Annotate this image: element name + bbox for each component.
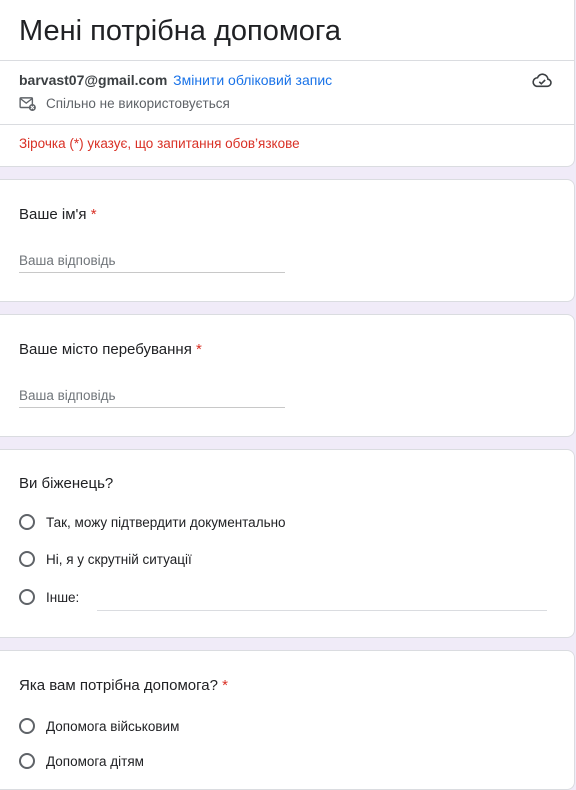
radio-button[interactable]	[19, 718, 35, 734]
question-card-city: Ваше місто перебування *	[0, 314, 575, 437]
switch-account-link[interactable]: Змінити обліковий запис	[173, 72, 332, 88]
question-card-name: Ваше ім'я *	[0, 179, 575, 302]
not-shared-icon	[19, 96, 36, 111]
sharing-status: Спільно не використовується	[19, 96, 230, 111]
question-title-help: Яка вам потрібна допомога? *	[19, 677, 228, 694]
required-note: Зірочка (*) указує, що запитання обов’яз…	[19, 136, 300, 151]
question-text: Ваше місто перебування	[19, 341, 192, 358]
other-answer-input[interactable]	[97, 598, 547, 611]
question-text: Ваше ім'я	[19, 206, 87, 223]
question-text: Ви біженець?	[19, 475, 114, 492]
required-star: *	[90, 206, 97, 223]
name-answer-input[interactable]	[19, 253, 285, 273]
radio-option-yes[interactable]: Так, можу підтвердити документально	[19, 514, 286, 530]
form-title: Мені потрібна допомога	[19, 15, 342, 47]
question-title-name: Ваше ім'я *	[19, 206, 97, 223]
question-card-help: Яка вам потрібна допомога? * Допомога ві…	[0, 650, 575, 790]
required-star: *	[222, 677, 228, 694]
option-label: Ні, я у скрутній ситуації	[46, 551, 192, 567]
header-divider	[0, 60, 574, 61]
radio-option-no[interactable]: Ні, я у скрутній ситуації	[19, 551, 192, 567]
not-shared-text: Спільно не використовується	[46, 96, 230, 111]
question-text: Яка вам потрібна допомога?	[19, 677, 218, 694]
option-label: Допомога дітям	[46, 753, 144, 769]
form-header-card: Мені потрібна допомога barvast07@gmail.c…	[0, 0, 575, 167]
account-row: barvast07@gmail.com Змінити обліковий за…	[19, 71, 332, 89]
radio-button[interactable]	[19, 589, 35, 605]
option-label: Допомога військовим	[46, 718, 180, 734]
radio-option-other[interactable]: Інше:	[19, 589, 79, 605]
required-star: *	[196, 341, 202, 358]
city-answer-input[interactable]	[19, 388, 285, 408]
radio-button[interactable]	[19, 753, 35, 769]
radio-button[interactable]	[19, 551, 35, 567]
radio-option-children[interactable]: Допомога дітям	[19, 753, 144, 769]
radio-option-military[interactable]: Допомога військовим	[19, 718, 179, 734]
radio-button[interactable]	[19, 514, 35, 530]
header-divider-2	[0, 124, 574, 125]
account-email: barvast07@gmail.com	[19, 72, 168, 88]
question-title-city: Ваше місто перебування *	[19, 341, 202, 358]
option-label: Інше:	[46, 589, 80, 605]
cloud-saved-icon[interactable]	[531, 71, 553, 89]
question-title-refugee: Ви біженець?	[19, 475, 113, 492]
option-label: Так, можу підтвердити документально	[46, 514, 286, 530]
